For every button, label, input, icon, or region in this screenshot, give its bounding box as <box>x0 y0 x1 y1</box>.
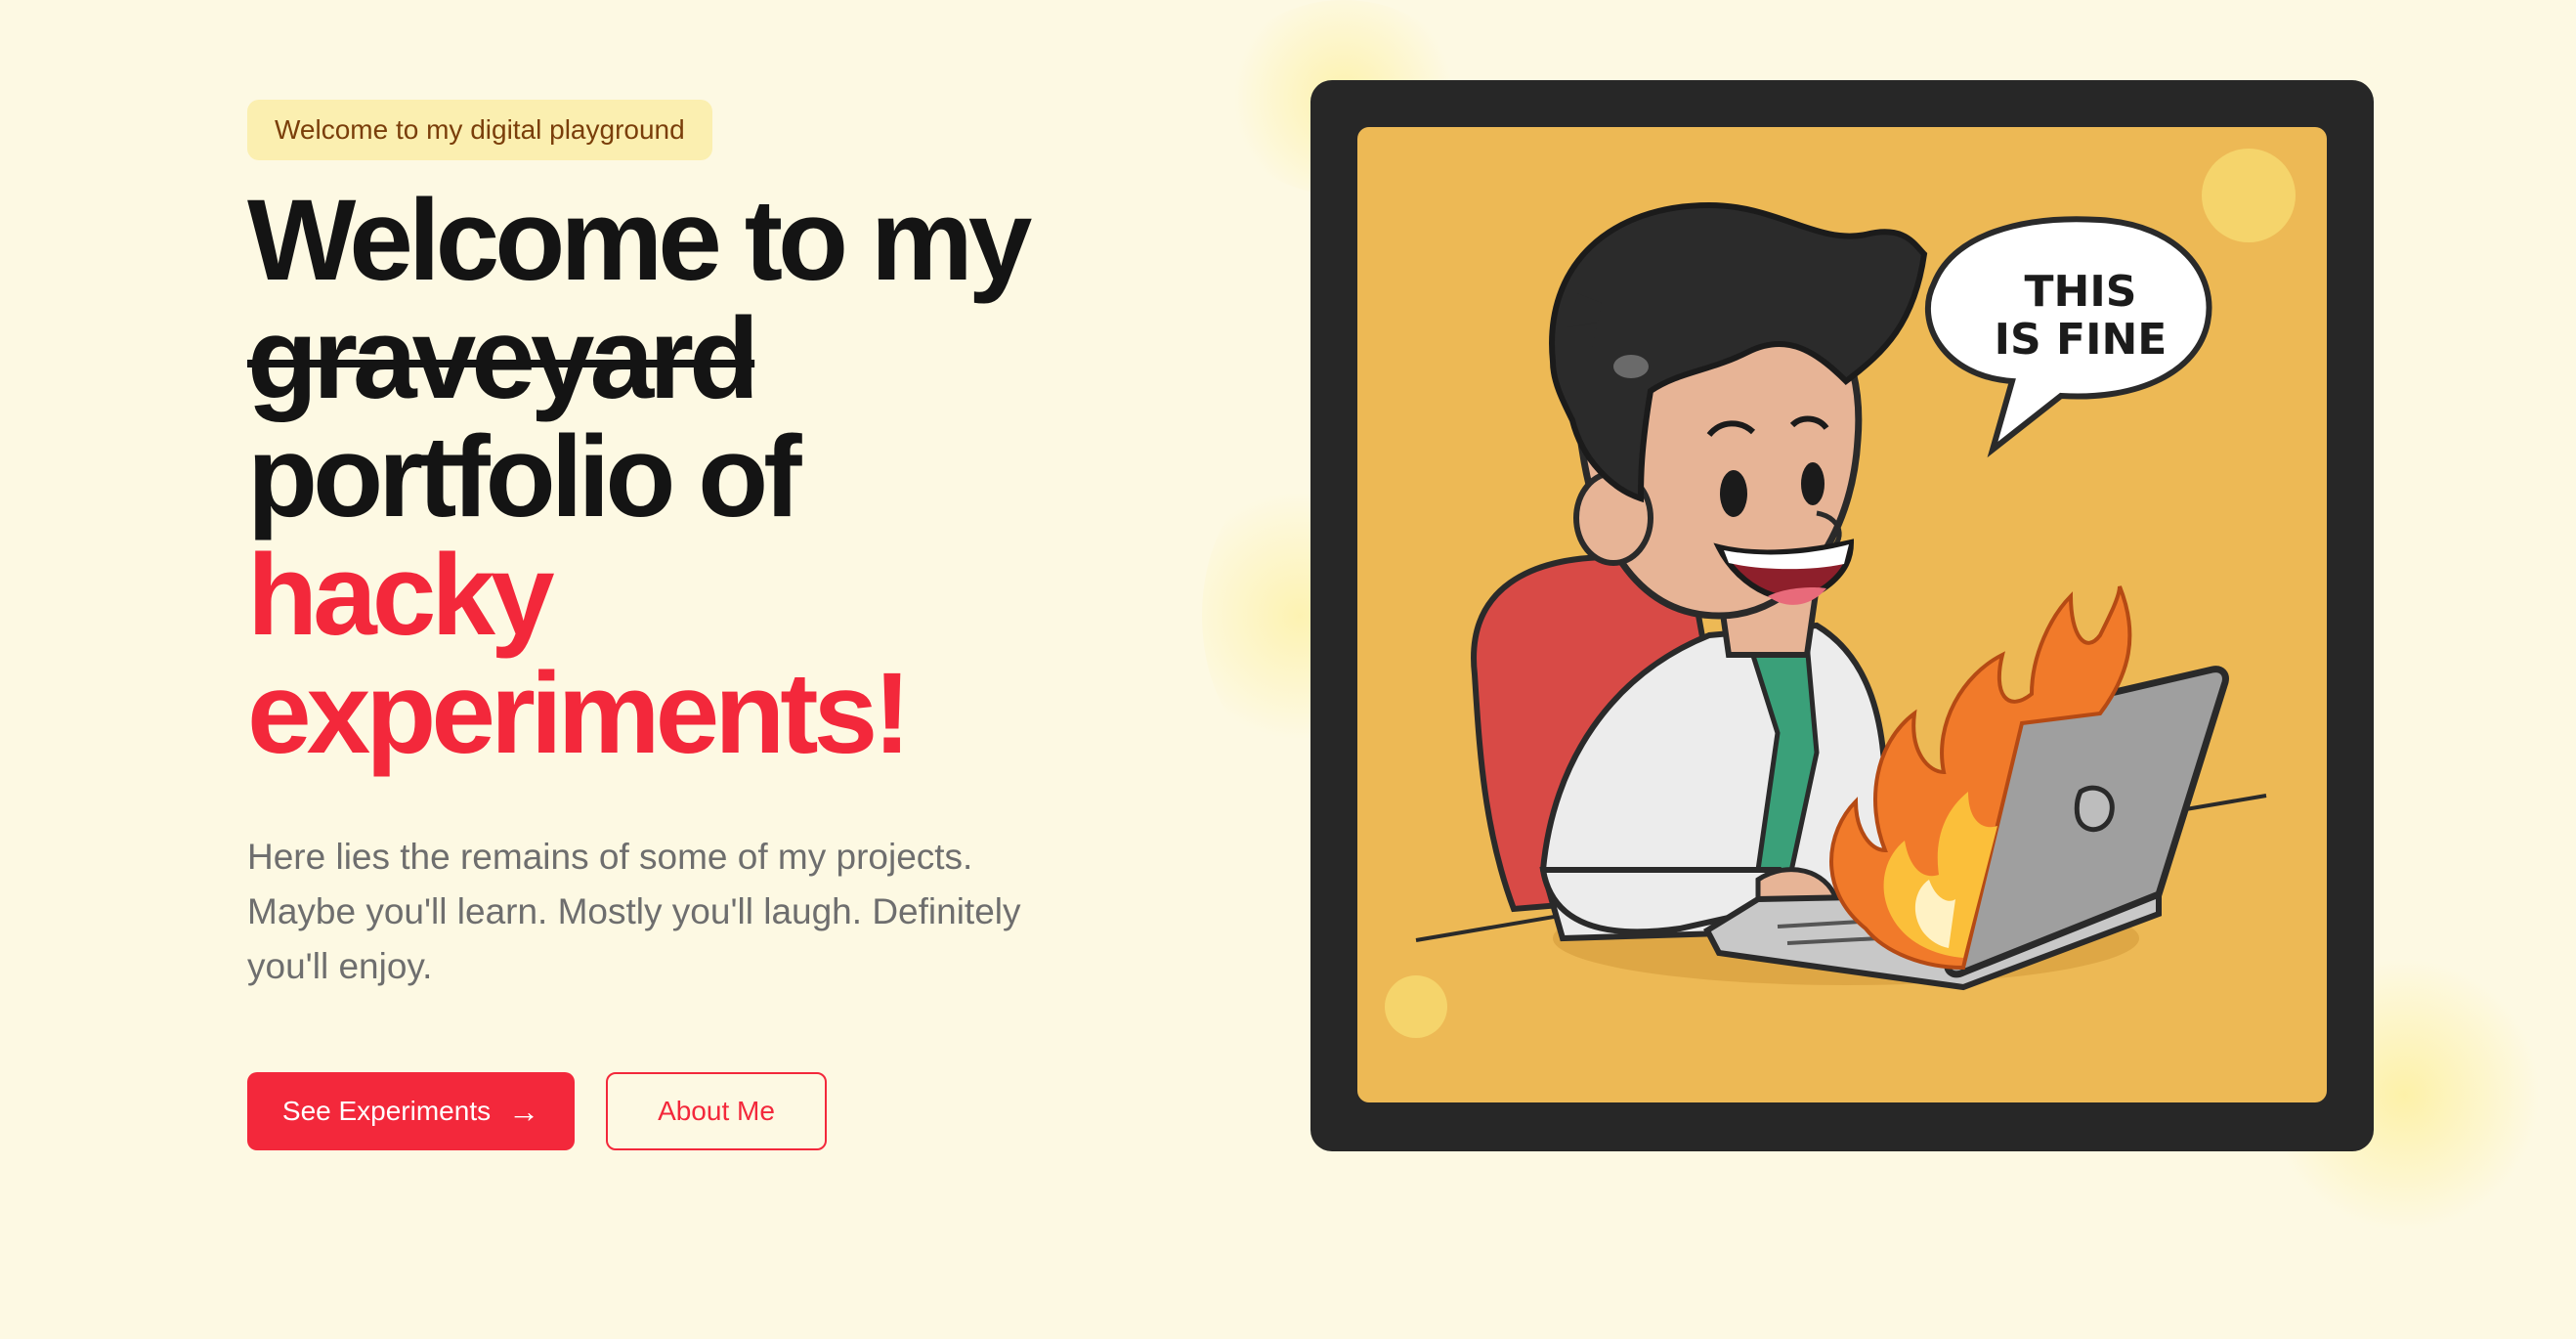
see-experiments-button[interactable]: See Experiments → <box>247 1072 575 1150</box>
speech-line-1: THIS <box>2025 267 2137 317</box>
hero-headline: Welcome to my graveyard portfolio of hac… <box>247 182 1127 773</box>
illustration-svg: THIS IS FINE <box>1357 127 2327 1102</box>
headline-line-1: Welcome to my <box>247 176 1032 305</box>
see-experiments-label: See Experiments <box>281 1096 492 1126</box>
headline-accent-1: hacky <box>247 531 555 660</box>
speech-line-2: IS FINE <box>1995 315 2168 365</box>
hero-description: Here lies the remains of some of my proj… <box>247 837 1021 986</box>
welcome-badge: Welcome to my digital playground <box>247 100 712 160</box>
sun-dot-icon <box>2202 149 2296 242</box>
arrow-right-icon: → <box>508 1093 540 1129</box>
illustration-frame: THIS IS FINE <box>1310 80 2374 1151</box>
hero-actions: See Experiments → About Me <box>247 1072 1127 1150</box>
headline-line-3: portfolio of <box>247 412 802 541</box>
hero-section: Welcome to my digital playground Welcome… <box>247 100 1127 1150</box>
this-is-fine-illustration: THIS IS FINE <box>1357 127 2327 1102</box>
headline-struck-word: graveyard <box>247 294 759 423</box>
headline-accent-2: experiments! <box>247 649 912 778</box>
about-me-button[interactable]: About Me <box>606 1072 827 1150</box>
about-me-label: About Me <box>658 1096 775 1126</box>
